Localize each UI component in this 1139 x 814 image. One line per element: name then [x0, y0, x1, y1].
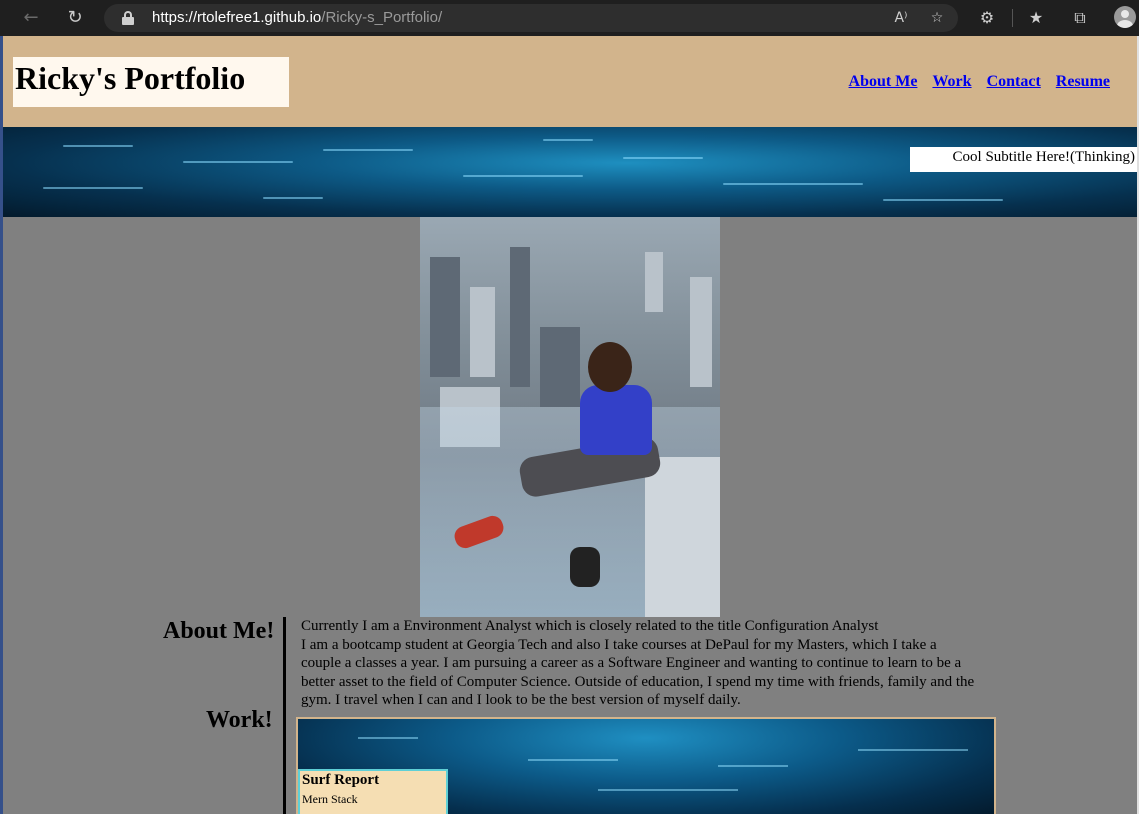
site-title-box: Ricky's Portfolio [13, 57, 289, 107]
project-card-surf-report[interactable]: Surf Report Mern Stack [298, 769, 448, 814]
favorites-icon[interactable]: ★ [1024, 6, 1048, 30]
lock-icon[interactable] [122, 11, 134, 25]
project-title[interactable]: Surf Report [302, 772, 379, 789]
section-divider [283, 617, 286, 814]
back-arrow-icon[interactable]: ← [18, 6, 44, 30]
toolbar-divider [1012, 9, 1013, 27]
nav-link-about-me[interactable]: About Me [849, 73, 918, 90]
site-header: Ricky's Portfolio About Me Work Contact … [3, 36, 1137, 127]
hero-banner: Cool Subtitle Here!(Thinking) [3, 127, 1137, 217]
page-body: Ricky's Portfolio About Me Work Contact … [3, 36, 1137, 814]
site-title: Ricky's Portfolio [15, 60, 246, 96]
refresh-icon[interactable]: ↻ [62, 6, 88, 30]
nav-link-work[interactable]: Work [932, 73, 971, 90]
url-text[interactable]: https://rtolefree1.github.io/Ricky-s_Por… [152, 9, 442, 26]
address-bar[interactable]: https://rtolefree1.github.io/Ricky-s_Por… [104, 4, 958, 32]
collections-icon[interactable]: ⧉ [1068, 6, 1092, 30]
about-text: Currently I am a Environment Analyst whi… [301, 617, 976, 710]
about-heading: About Me! [163, 618, 275, 644]
nav-link-resume[interactable]: Resume [1056, 73, 1110, 90]
main-nav: About Me Work Contact Resume [838, 73, 1110, 91]
about-line: Currently I am a Environment Analyst whi… [301, 618, 879, 634]
nav-link-contact[interactable]: Contact [987, 73, 1041, 90]
about-paragraph: I am a bootcamp student at Georgia Tech … [301, 636, 975, 709]
add-favorite-icon[interactable]: ☆ [926, 8, 948, 28]
work-heading: Work! [206, 707, 273, 733]
profile-photo [420, 217, 720, 617]
read-aloud-icon[interactable]: A⁾ [890, 8, 912, 28]
banner-subtitle: Cool Subtitle Here!(Thinking) [952, 149, 1135, 165]
profile-avatar-icon[interactable] [1114, 6, 1136, 28]
banner-subtitle-box: Cool Subtitle Here!(Thinking) [910, 147, 1137, 172]
extensions-icon[interactable]: ⚙ [975, 6, 999, 30]
project-subtitle: Mern Stack [302, 792, 358, 806]
work-gallery: Surf Report Mern Stack [296, 717, 996, 814]
browser-toolbar: ← ↻ https://rtolefree1.github.io/Ricky-s… [0, 0, 1139, 36]
